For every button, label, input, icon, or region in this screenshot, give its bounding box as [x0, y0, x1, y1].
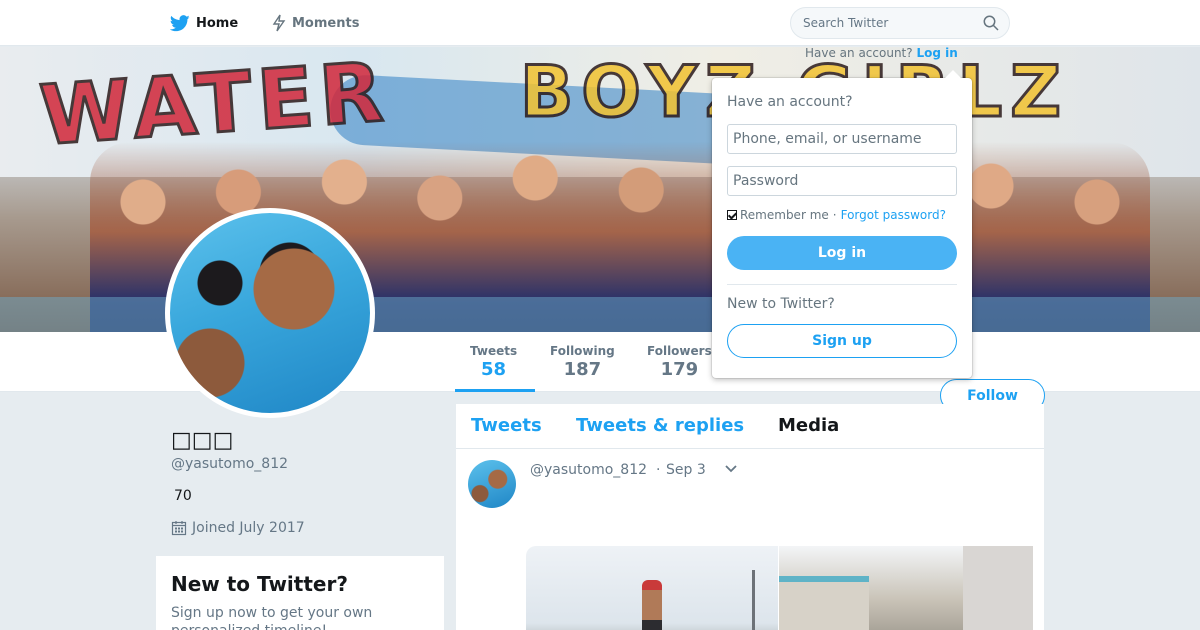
timeline-tabs: Tweets Tweets & replies Media: [456, 404, 1044, 449]
top-nav: Home Moments: [0, 0, 1200, 46]
photo-person-figure: [642, 580, 662, 630]
tweet-media-photo-1[interactable]: [526, 546, 778, 630]
chevron-down-icon[interactable]: [724, 464, 738, 474]
stat-tweets[interactable]: Tweets 58: [470, 344, 517, 380]
remember-checkbox[interactable]: [727, 210, 737, 220]
photo-building: [963, 546, 1033, 630]
tweet-item[interactable]: @yasutomo_812 · Sep 3: [456, 450, 1044, 630]
photo-house: [779, 576, 869, 630]
tweet-avatar[interactable]: [468, 460, 516, 508]
tweet-handle[interactable]: @yasutomo_812: [530, 462, 647, 478]
signup-card-title: New to Twitter?: [171, 572, 348, 596]
stat-following-label: Following: [550, 344, 615, 358]
dropdown-caret: [945, 70, 961, 78]
nav-moments-label: Moments: [292, 15, 360, 31]
stat-followers-value: 179: [660, 359, 699, 380]
search-icon[interactable]: [983, 15, 999, 31]
stat-followers-label: Followers: [647, 344, 712, 358]
tweet-media-photo-2[interactable]: [779, 546, 1033, 630]
calendar-icon: [171, 521, 187, 536]
tweet-date[interactable]: Sep 3: [666, 462, 706, 478]
profile-bio: 70: [174, 488, 192, 504]
nav-moments[interactable]: Moments: [272, 0, 359, 46]
password-field[interactable]: [727, 166, 957, 196]
stat-following-value: 187: [563, 359, 602, 380]
tab-media[interactable]: Media: [778, 415, 839, 436]
profile-avatar[interactable]: [165, 208, 375, 418]
nav-home[interactable]: Home: [170, 0, 238, 46]
username-field[interactable]: [727, 124, 957, 154]
have-account-text: Have an account?: [805, 46, 913, 60]
have-account-line: Have an account? Log in: [805, 46, 958, 62]
signup-card: New to Twitter? Sign up now to get your …: [156, 556, 444, 630]
login-divider: [727, 284, 957, 285]
login-dropdown: Have an account? Remember me · Forgot pa…: [712, 70, 972, 378]
timeline: Tweets Tweets & replies Media @yasutomo_…: [456, 404, 1044, 630]
tab-tweets-replies[interactable]: Tweets & replies: [576, 415, 744, 436]
forgot-password-link[interactable]: Forgot password?: [841, 208, 946, 222]
signup-button[interactable]: Sign up: [727, 324, 957, 358]
twitter-bird-icon: [170, 14, 190, 31]
stat-tweets-value: 58: [481, 359, 507, 380]
search-input[interactable]: [803, 8, 973, 38]
photo-utility-pole: [752, 570, 755, 630]
remember-separator: ·: [832, 208, 837, 222]
tweet-separator: ·: [656, 462, 661, 478]
active-stat-underline: [455, 389, 535, 392]
nav-home-label: Home: [196, 15, 239, 31]
search-box: [790, 7, 1010, 39]
signup-card-text: Sign up now to get your own personalized…: [171, 605, 373, 630]
profile-joined: Joined July 2017: [171, 520, 305, 536]
stat-tweets-label: Tweets: [470, 344, 518, 358]
new-to-twitter-text: New to Twitter?: [727, 296, 835, 312]
login-title: Have an account?: [727, 94, 853, 110]
login-button[interactable]: Log in: [727, 236, 957, 270]
remember-label[interactable]: Remember me: [740, 208, 829, 222]
login-link[interactable]: Log in: [916, 46, 957, 60]
moments-bolt-icon: [272, 14, 286, 32]
profile-joined-text: Joined July 2017: [192, 520, 305, 536]
stat-following[interactable]: Following 187: [550, 344, 615, 380]
remember-row: Remember me · Forgot password?: [727, 208, 946, 222]
profile-handle: @yasutomo_812: [171, 456, 289, 472]
tab-tweets[interactable]: Tweets: [471, 415, 542, 436]
profile-name: □□□: [171, 428, 234, 453]
stat-followers[interactable]: Followers 179: [647, 344, 712, 380]
